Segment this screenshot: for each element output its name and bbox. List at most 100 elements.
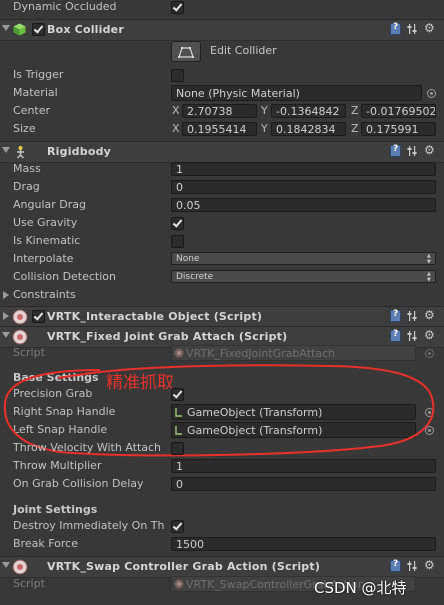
drag-label: Drag: [13, 180, 40, 193]
interpolate-dropdown[interactable]: None: [171, 252, 436, 265]
dynamic-occluded-label: Dynamic Occluded: [13, 0, 117, 13]
rigidbody-title: Rigidbody: [47, 145, 112, 158]
throw-velocity-label: Throw Velocity With Attach: [13, 441, 162, 454]
is-kinematic-row: Is Kinematic: [0, 232, 444, 250]
script-file-icon: [174, 579, 184, 589]
destroy-immediately-row: Destroy Immediately On Th: [0, 517, 444, 535]
mass-label: Mass: [13, 162, 41, 175]
help-book-icon[interactable]: [390, 309, 401, 322]
edit-collider-button[interactable]: [171, 41, 201, 62]
fixed-joint-title: VRTK_Fixed Joint Grab Attach (Script): [47, 330, 288, 343]
size-label: Size: [13, 122, 36, 135]
presets-sliders-icon[interactable]: [407, 23, 418, 35]
dynamic-occluded-row: Dynamic Occluded: [0, 0, 444, 18]
help-book-icon[interactable]: [390, 144, 401, 157]
box-collider-header[interactable]: Box Collider ⚙: [0, 19, 444, 41]
presets-sliders-icon[interactable]: [407, 560, 418, 572]
gear-icon[interactable]: ⚙: [424, 144, 435, 156]
swap-script-label: Script: [13, 577, 45, 590]
watermark: CSDN @北特: [314, 579, 407, 597]
help-book-icon[interactable]: [390, 22, 401, 35]
destroy-immediately-label: Destroy Immediately On Th: [13, 519, 165, 532]
center-z-field[interactable]: -0.01769502: [361, 104, 436, 118]
use-gravity-checkbox[interactable]: [171, 217, 184, 230]
box-collider-fold-icon[interactable]: [2, 25, 10, 31]
dynamic-occluded-checkbox[interactable]: [171, 1, 184, 14]
interactable-enabled-checkbox[interactable]: [32, 310, 45, 323]
angular-drag-row: Angular Drag 0.05: [0, 196, 444, 214]
drag-field[interactable]: 0: [171, 180, 436, 194]
use-gravity-row: Use Gravity: [0, 214, 444, 232]
on-grab-delay-label: On Grab Collision Delay: [13, 477, 144, 490]
script-icon: [12, 559, 28, 575]
use-gravity-label: Use Gravity: [13, 216, 78, 229]
mass-field[interactable]: 1: [171, 162, 436, 176]
center-x-axis: X: [172, 104, 180, 117]
is-kinematic-label: Is Kinematic: [13, 234, 81, 247]
gear-icon[interactable]: ⚙: [424, 309, 435, 321]
presets-sliders-icon[interactable]: [407, 310, 418, 322]
joint-settings-heading: Joint Settings: [13, 503, 98, 516]
on-grab-delay-field[interactable]: 0: [171, 477, 436, 491]
center-z-axis: Z: [351, 104, 359, 117]
presets-sliders-icon[interactable]: [407, 145, 418, 157]
collision-detection-label: Collision Detection: [13, 270, 117, 283]
size-z-axis: Z: [351, 122, 359, 135]
break-force-row: Break Force 1500: [0, 535, 444, 553]
swap-controller-fold-icon[interactable]: [2, 562, 10, 568]
rigidbody-icon: [17, 146, 24, 159]
size-y-axis: Y: [261, 122, 268, 135]
is-trigger-row: Is Trigger: [0, 66, 444, 84]
help-book-icon[interactable]: [390, 329, 401, 342]
script-picker-icon: [425, 349, 434, 358]
angular-drag-field[interactable]: 0.05: [171, 198, 436, 212]
material-label: Material: [13, 86, 58, 99]
script-file-icon: [174, 348, 184, 358]
collision-detection-row: Collision Detection Discrete: [0, 268, 444, 286]
center-y-axis: Y: [261, 104, 268, 117]
constraints-label[interactable]: Constraints: [13, 287, 76, 303]
material-picker-icon[interactable]: [427, 89, 436, 98]
interactable-fold-icon[interactable]: [3, 312, 9, 320]
material-field[interactable]: None (Physic Material): [171, 85, 422, 101]
help-book-icon[interactable]: [390, 559, 401, 572]
break-force-field[interactable]: 1500: [171, 537, 436, 551]
size-x-field[interactable]: 0.1955414: [182, 122, 257, 136]
constraints-row[interactable]: Constraints: [0, 286, 444, 304]
throw-velocity-checkbox[interactable]: [171, 442, 184, 455]
interactable-title: VRTK_Interactable Object (Script): [47, 310, 263, 323]
script-icon: [12, 329, 28, 345]
size-z-field[interactable]: 0.175991: [361, 122, 436, 136]
swap-controller-title: VRTK_Swap Controller Grab Action (Script…: [47, 560, 321, 573]
destroy-immediately-checkbox[interactable]: [171, 520, 184, 533]
center-x-field[interactable]: 2.70738: [182, 104, 257, 118]
box-collider-enabled-checkbox[interactable]: [32, 23, 45, 36]
box-collider-icon: [13, 23, 26, 36]
throw-multiplier-label: Throw Multiplier: [13, 459, 102, 472]
center-row: Center X 2.70738 Y -0.1364842 Z -0.01769…: [0, 102, 444, 120]
gear-icon[interactable]: ⚙: [424, 559, 435, 571]
size-x-axis: X: [172, 122, 180, 135]
box-collider-title: Box Collider: [47, 23, 124, 36]
is-kinematic-checkbox[interactable]: [171, 235, 184, 248]
throw-velocity-row: Throw Velocity With Attach: [0, 439, 444, 457]
rigidbody-fold-icon[interactable]: [2, 147, 10, 153]
gear-icon[interactable]: ⚙: [424, 329, 435, 341]
material-row: Material None (Physic Material): [0, 84, 444, 102]
constraints-fold-icon[interactable]: [3, 291, 9, 299]
script-label: Script: [13, 346, 45, 359]
center-y-field[interactable]: -0.1364842: [271, 104, 346, 118]
gear-icon[interactable]: ⚙: [424, 22, 435, 34]
script-value: VRTK_FixedJointGrabAttach: [186, 347, 336, 360]
drag-row: Drag 0: [0, 178, 444, 196]
throw-multiplier-field[interactable]: 1: [171, 459, 436, 473]
interpolate-label: Interpolate: [13, 252, 74, 265]
edit-collider-icon: [178, 47, 194, 58]
collision-detection-dropdown[interactable]: Discrete: [171, 270, 436, 283]
interactable-object-header[interactable]: VRTK_Interactable Object (Script) ⚙: [0, 306, 444, 328]
presets-sliders-icon[interactable]: [407, 330, 418, 342]
script-field: VRTK_FixedJointGrabAttach: [171, 345, 416, 361]
fixed-joint-fold-icon[interactable]: [2, 332, 10, 338]
is-trigger-checkbox[interactable]: [171, 69, 184, 82]
size-y-field[interactable]: 0.1842834: [271, 122, 346, 136]
